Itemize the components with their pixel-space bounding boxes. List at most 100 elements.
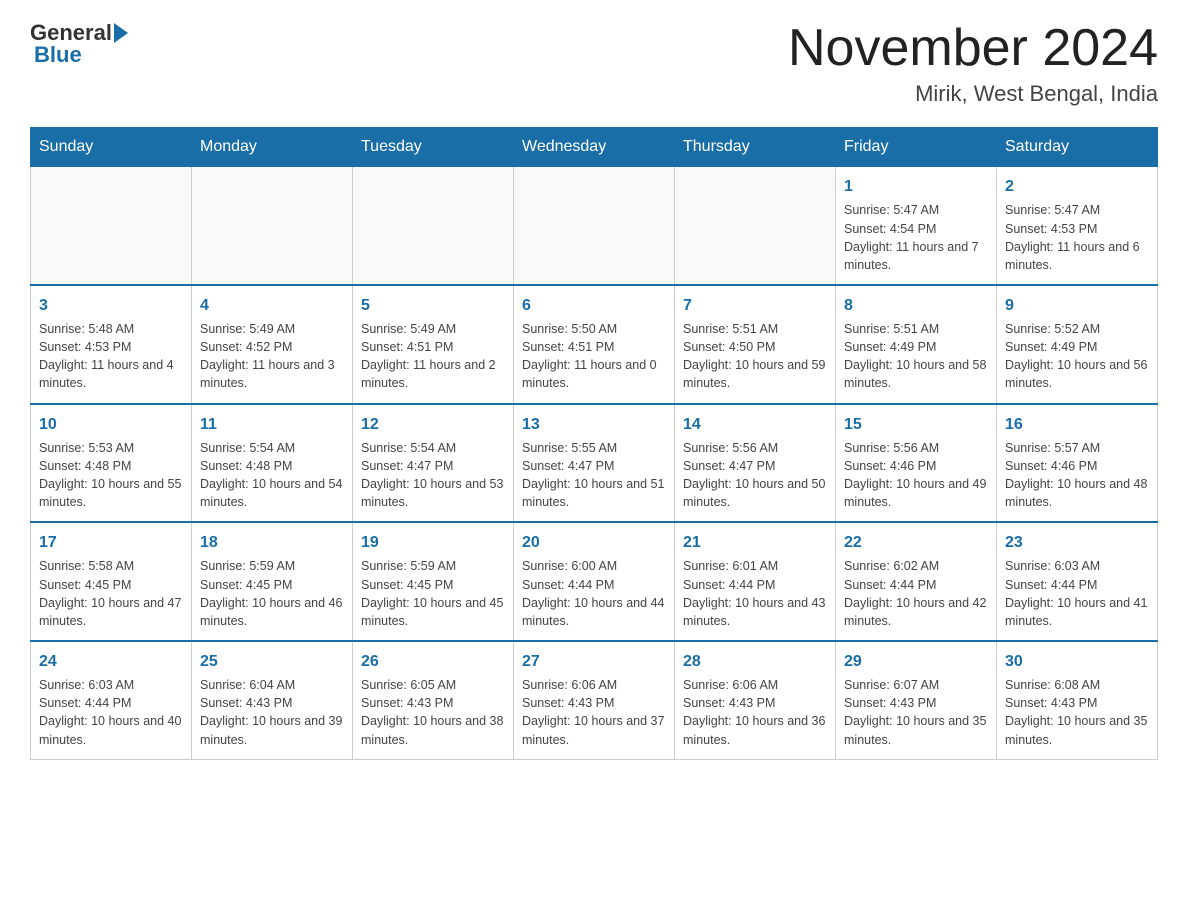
day-info: Sunrise: 5:58 AM Sunset: 4:45 PM Dayligh… [39, 557, 183, 630]
day-cell: 8Sunrise: 5:51 AM Sunset: 4:49 PM Daylig… [836, 285, 997, 404]
location-title: Mirik, West Bengal, India [788, 81, 1158, 107]
day-info: Sunrise: 6:06 AM Sunset: 4:43 PM Dayligh… [522, 676, 666, 749]
day-number: 1 [844, 175, 988, 198]
day-number: 5 [361, 294, 505, 317]
day-cell: 22 Sunrise: 6:02 AM Sunset: 4:44 PM Dayli… [836, 522, 997, 641]
day-cell [514, 167, 675, 285]
day-cell: 23 Sunrise: 6:03 AM Sunset: 4:44 PM Dayli… [997, 522, 1158, 641]
day-info: Sunrise: 6:04 AM Sunset: 4:43 PM Dayligh… [200, 676, 344, 749]
day-cell: 14 Sunrise: 5:56 AM Sunset: 4:47 PM Dayli… [675, 404, 836, 523]
day-cell: 5 Sunrise: 5:49 AM Sunset: 4:51 PM Daylig… [353, 285, 514, 404]
day-cell: 6 Sunrise: 5:50 AM Sunset: 4:51 PM Daylig… [514, 285, 675, 404]
week-row-4: 17 Sunrise: 5:58 AM Sunset: 4:45 PM Dayli… [31, 522, 1158, 641]
day-number: 6 [522, 294, 666, 317]
day-number: 19 [361, 531, 505, 554]
day-number: 7 [683, 294, 827, 317]
header-cell-wednesday: Wednesday [514, 128, 675, 167]
title-block: November 2024 Mirik, West Bengal, India [788, 20, 1158, 107]
day-number: 21 [683, 531, 827, 554]
day-cell: 11 Sunrise: 5:54 AM Sunset: 4:48 PM Dayli… [192, 404, 353, 523]
day-info: Sunrise: 6:00 AM Sunset: 4:44 PM Dayligh… [522, 557, 666, 630]
day-info: Sunrise: 5:56 AM Sunset: 4:47 PM Dayligh… [683, 439, 827, 512]
header-cell-friday: Friday [836, 128, 997, 167]
week-row-3: 10 Sunrise: 5:53 AM Sunset: 4:48 PM Dayli… [31, 404, 1158, 523]
day-cell: 24 Sunrise: 6:03 AM Sunset: 4:44 PM Dayli… [31, 641, 192, 759]
day-info: Sunrise: 6:05 AM Sunset: 4:43 PM Dayligh… [361, 676, 505, 749]
day-info: Sunrise: 5:51 AM Sunset: 4:50 PM Dayligh… [683, 320, 827, 393]
day-info: Sunrise: 6:01 AM Sunset: 4:44 PM Dayligh… [683, 557, 827, 630]
day-info: Sunrise: 6:07 AM Sunset: 4:43 PM Dayligh… [844, 676, 988, 749]
day-number: 18 [200, 531, 344, 554]
day-cell: 15 Sunrise: 5:56 AM Sunset: 4:46 PM Dayli… [836, 404, 997, 523]
day-cell: 16 Sunrise: 5:57 AM Sunset: 4:46 PM Dayli… [997, 404, 1158, 523]
day-cell: 2Sunrise: 5:47 AM Sunset: 4:53 PM Daylig… [997, 167, 1158, 285]
day-cell: 4 Sunrise: 5:49 AM Sunset: 4:52 PM Daylig… [192, 285, 353, 404]
day-number: 15 [844, 413, 988, 436]
day-cell: 13 Sunrise: 5:55 AM Sunset: 4:47 PM Dayli… [514, 404, 675, 523]
day-cell: 28Sunrise: 6:06 AM Sunset: 4:43 PM Dayli… [675, 641, 836, 759]
day-number: 16 [1005, 413, 1149, 436]
day-info: Sunrise: 5:47 AM Sunset: 4:53 PM Dayligh… [1005, 201, 1149, 274]
day-number: 22 [844, 531, 988, 554]
day-number: 17 [39, 531, 183, 554]
day-cell: 30Sunrise: 6:08 AM Sunset: 4:43 PM Dayli… [997, 641, 1158, 759]
week-row-2: 3Sunrise: 5:48 AM Sunset: 4:53 PM Daylig… [31, 285, 1158, 404]
day-info: Sunrise: 5:47 AM Sunset: 4:54 PM Dayligh… [844, 201, 988, 274]
header-row: SundayMondayTuesdayWednesdayThursdayFrid… [31, 128, 1158, 167]
day-number: 24 [39, 650, 183, 673]
logo-arrow-icon [114, 23, 128, 43]
day-number: 29 [844, 650, 988, 673]
day-cell: 3Sunrise: 5:48 AM Sunset: 4:53 PM Daylig… [31, 285, 192, 404]
day-number: 10 [39, 413, 183, 436]
day-cell: 7 Sunrise: 5:51 AM Sunset: 4:50 PM Daylig… [675, 285, 836, 404]
day-number: 26 [361, 650, 505, 673]
logo-blue-text: Blue [34, 42, 82, 68]
header-cell-thursday: Thursday [675, 128, 836, 167]
day-info: Sunrise: 5:51 AM Sunset: 4:49 PM Dayligh… [844, 320, 988, 393]
day-info: Sunrise: 6:02 AM Sunset: 4:44 PM Dayligh… [844, 557, 988, 630]
day-cell: 21 Sunrise: 6:01 AM Sunset: 4:44 PM Dayli… [675, 522, 836, 641]
day-info: Sunrise: 6:08 AM Sunset: 4:43 PM Dayligh… [1005, 676, 1149, 749]
day-number: 23 [1005, 531, 1149, 554]
page-header: General Blue November 2024 Mirik, West B… [30, 20, 1158, 107]
day-info: Sunrise: 5:57 AM Sunset: 4:46 PM Dayligh… [1005, 439, 1149, 512]
day-info: Sunrise: 5:48 AM Sunset: 4:53 PM Dayligh… [39, 320, 183, 393]
day-number: 13 [522, 413, 666, 436]
day-info: Sunrise: 5:56 AM Sunset: 4:46 PM Dayligh… [844, 439, 988, 512]
day-number: 14 [683, 413, 827, 436]
day-number: 20 [522, 531, 666, 554]
day-cell: 20 Sunrise: 6:00 AM Sunset: 4:44 PM Dayli… [514, 522, 675, 641]
day-info: Sunrise: 5:54 AM Sunset: 4:48 PM Dayligh… [200, 439, 344, 512]
day-cell: 1 Sunrise: 5:47 AM Sunset: 4:54 PM Daylig… [836, 167, 997, 285]
day-cell [31, 167, 192, 285]
day-info: Sunrise: 6:03 AM Sunset: 4:44 PM Dayligh… [1005, 557, 1149, 630]
day-info: Sunrise: 5:49 AM Sunset: 4:51 PM Dayligh… [361, 320, 505, 393]
day-info: Sunrise: 5:50 AM Sunset: 4:51 PM Dayligh… [522, 320, 666, 393]
day-info: Sunrise: 6:06 AM Sunset: 4:43 PM Dayligh… [683, 676, 827, 749]
day-number: 4 [200, 294, 344, 317]
day-cell: 25 Sunrise: 6:04 AM Sunset: 4:43 PM Dayli… [192, 641, 353, 759]
day-info: Sunrise: 5:54 AM Sunset: 4:47 PM Dayligh… [361, 439, 505, 512]
header-cell-tuesday: Tuesday [353, 128, 514, 167]
week-row-1: 1 Sunrise: 5:47 AM Sunset: 4:54 PM Daylig… [31, 167, 1158, 285]
day-cell: 29 Sunrise: 6:07 AM Sunset: 4:43 PM Dayli… [836, 641, 997, 759]
day-number: 9 [1005, 294, 1149, 317]
header-cell-sunday: Sunday [31, 128, 192, 167]
day-cell: 10 Sunrise: 5:53 AM Sunset: 4:48 PM Dayli… [31, 404, 192, 523]
header-cell-monday: Monday [192, 128, 353, 167]
day-number: 11 [200, 413, 344, 436]
day-cell: 12 Sunrise: 5:54 AM Sunset: 4:47 PM Dayli… [353, 404, 514, 523]
day-cell: 26 Sunrise: 6:05 AM Sunset: 4:43 PM Dayli… [353, 641, 514, 759]
day-cell: 27 Sunrise: 6:06 AM Sunset: 4:43 PM Dayli… [514, 641, 675, 759]
week-row-5: 24 Sunrise: 6:03 AM Sunset: 4:44 PM Dayli… [31, 641, 1158, 759]
day-number: 25 [200, 650, 344, 673]
day-info: Sunrise: 5:49 AM Sunset: 4:52 PM Dayligh… [200, 320, 344, 393]
logo: General Blue [30, 20, 128, 68]
day-cell [675, 167, 836, 285]
day-info: Sunrise: 5:52 AM Sunset: 4:49 PM Dayligh… [1005, 320, 1149, 393]
day-info: Sunrise: 6:03 AM Sunset: 4:44 PM Dayligh… [39, 676, 183, 749]
day-number: 12 [361, 413, 505, 436]
day-info: Sunrise: 5:53 AM Sunset: 4:48 PM Dayligh… [39, 439, 183, 512]
day-number: 27 [522, 650, 666, 673]
day-info: Sunrise: 5:55 AM Sunset: 4:47 PM Dayligh… [522, 439, 666, 512]
